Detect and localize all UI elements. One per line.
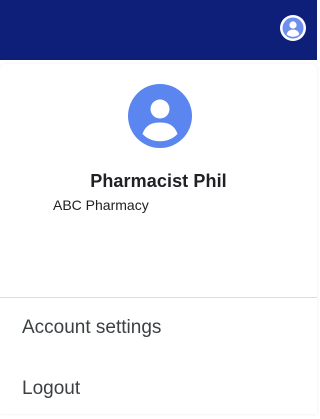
top-app-bar xyxy=(0,0,317,60)
account-circle-icon[interactable] xyxy=(278,13,308,43)
user-name: Pharmacist Phil xyxy=(90,171,227,191)
logout-menu-item[interactable]: Logout xyxy=(0,359,317,419)
pharmacy-name: ABC Pharmacy xyxy=(53,197,149,213)
avatar-icon xyxy=(128,84,192,148)
account-menu: Pharmacist Phil ABC Pharmacy Account set… xyxy=(0,64,317,414)
account-settings-menu-item[interactable]: Account settings xyxy=(0,298,317,358)
